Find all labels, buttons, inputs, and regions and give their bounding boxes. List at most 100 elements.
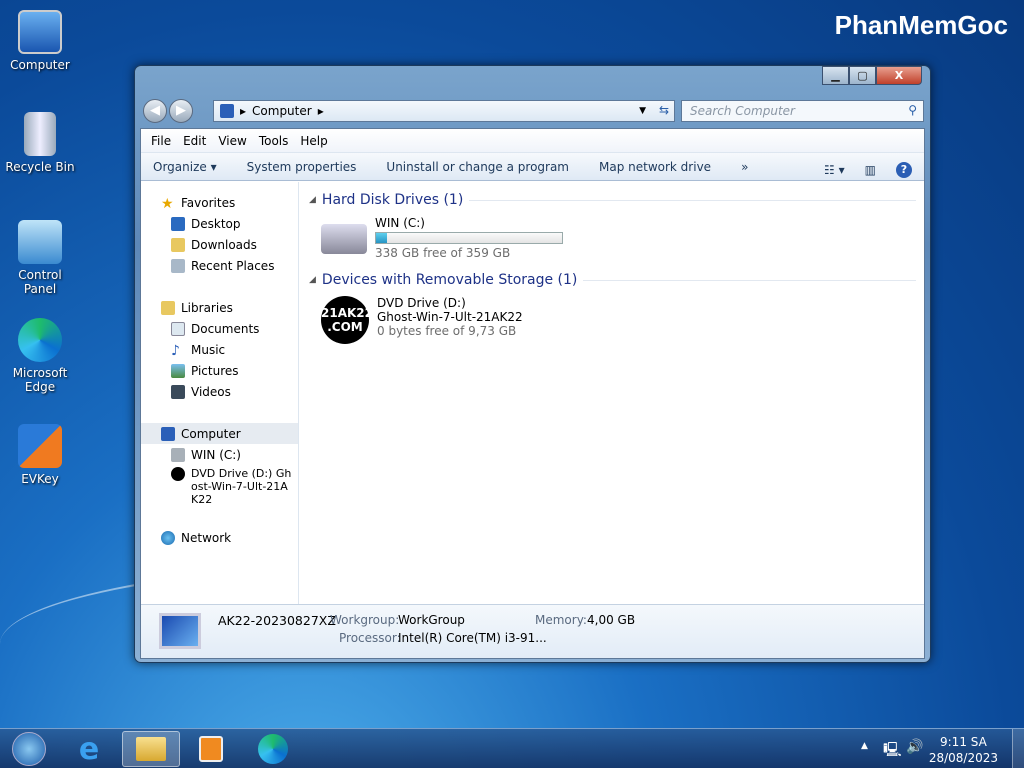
breadcrumb-computer[interactable]: Computer xyxy=(252,104,312,118)
icon-label: Control Panel xyxy=(18,268,62,296)
computer-icon xyxy=(18,10,62,54)
nav-label: Pictures xyxy=(191,363,239,378)
chevron-down-icon[interactable]: ▼ xyxy=(639,106,646,116)
icon-label: Computer xyxy=(10,58,70,72)
drive-win-c[interactable]: WIN (C:) 338 GB free of 359 GB xyxy=(321,216,916,260)
taskbar-windows-explorer[interactable] xyxy=(122,731,180,767)
libraries-icon xyxy=(161,300,175,315)
hard-drive-icon xyxy=(321,224,367,254)
close-button[interactable]: X xyxy=(876,66,922,85)
desktop-icon-edge[interactable]: Microsoft Edge xyxy=(2,318,78,394)
nav-network[interactable]: Network xyxy=(141,527,298,548)
control-panel-icon xyxy=(18,220,62,264)
nav-recent-places[interactable]: Recent Places xyxy=(141,255,298,276)
drive-name: WIN (C:) xyxy=(375,216,425,230)
workgroup-label: Workgroup: xyxy=(330,613,400,627)
minimize-button[interactable]: ▁ xyxy=(822,66,849,85)
taskbar: e ▲ 🖳 🔊 9:11 SA 28/08/2023 xyxy=(0,728,1024,768)
map-network-drive-button[interactable]: Map network drive xyxy=(599,160,711,174)
search-placeholder: Search Computer xyxy=(690,104,795,118)
menu-help[interactable]: Help xyxy=(294,134,333,148)
downloads-icon xyxy=(171,237,185,252)
nav-documents[interactable]: Documents xyxy=(141,318,298,339)
clock[interactable]: 9:11 SA 28/08/2023 xyxy=(929,734,998,766)
change-view-button[interactable]: ☷ ▾ xyxy=(824,163,845,177)
desktop-icon-control-panel[interactable]: Control Panel xyxy=(2,220,78,296)
forward-button[interactable]: ▶ xyxy=(169,99,193,123)
drive-dvd-d[interactable]: 21AK22 .COM DVD Drive (D:) Ghost-Win-7-Ul… xyxy=(321,296,916,344)
nav-label: DVD Drive (D:) Ghost-Win-7-Ult-21AK22 xyxy=(191,467,292,506)
nav-downloads[interactable]: Downloads xyxy=(141,234,298,255)
drive-usage-bar xyxy=(375,232,563,244)
system-properties-button[interactable]: System properties xyxy=(247,160,357,174)
back-button[interactable]: ◀ xyxy=(143,99,167,123)
menu-view[interactable]: View xyxy=(212,134,252,148)
taskbar-media-player[interactable] xyxy=(182,731,240,767)
show-hidden-icons-button[interactable]: ▲ xyxy=(861,741,868,751)
refresh-button[interactable]: ⇆ xyxy=(653,100,675,122)
time: 9:11 SA xyxy=(940,735,987,749)
videos-icon xyxy=(171,384,185,399)
icon-label: Recycle Bin xyxy=(5,160,75,174)
watermark: PhanMemGoc xyxy=(834,10,1008,40)
computer-name: AK22-20230827XZ xyxy=(218,613,336,628)
menu-file[interactable]: File xyxy=(145,134,177,148)
show-desktop-button[interactable] xyxy=(1012,729,1024,768)
menu-tools[interactable]: Tools xyxy=(253,134,295,148)
preview-pane-button[interactable]: ▥ xyxy=(865,163,876,177)
desktop-icon-recycle-bin[interactable]: Recycle Bin xyxy=(2,112,78,174)
desktop-icon-computer[interactable]: Computer xyxy=(2,10,78,72)
nav-pictures[interactable]: Pictures xyxy=(141,360,298,381)
nav-label: Downloads xyxy=(191,237,257,252)
taskbar-edge[interactable] xyxy=(244,731,302,767)
desktop-icon xyxy=(171,216,185,231)
nav-music[interactable]: ♪ Music xyxy=(141,339,298,360)
network-icon xyxy=(161,530,175,545)
address-bar[interactable]: ▸ Computer ▸ ▼ xyxy=(213,100,675,122)
nav-desktop[interactable]: Desktop xyxy=(141,213,298,234)
nav-label: Recent Places xyxy=(191,258,275,273)
help-icon[interactable]: ? xyxy=(896,162,912,178)
menu-bar: File Edit View Tools Help xyxy=(141,129,924,153)
recycle-bin-icon xyxy=(24,112,56,156)
nav-libraries[interactable]: Libraries xyxy=(141,297,298,318)
icon-label: Microsoft Edge xyxy=(12,366,68,394)
network-tray-icon[interactable]: 🖳 xyxy=(883,739,902,763)
taskbar-internet-explorer[interactable]: e xyxy=(60,731,118,767)
drive-free-space: 0 bytes free of 9,73 GB xyxy=(377,324,517,338)
menu-edit[interactable]: Edit xyxy=(177,134,212,148)
nav-label: Computer xyxy=(181,426,241,441)
command-bar: Organize ▾ System properties Uninstall o… xyxy=(141,153,924,181)
workgroup-value: WorkGroup xyxy=(398,613,465,627)
memory-value: 4,00 GB xyxy=(587,613,636,627)
start-button[interactable] xyxy=(0,731,58,767)
icon-label: EVKey xyxy=(21,472,59,486)
nav-videos[interactable]: Videos xyxy=(141,381,298,402)
group-header-removable[interactable]: ◢ Devices with Removable Storage (1) xyxy=(309,272,916,288)
group-title: Devices with Removable Storage (1) xyxy=(321,272,578,288)
nav-label: Network xyxy=(181,530,232,545)
nav-dvd-drive[interactable]: DVD Drive (D:) Ghost-Win-7-Ult-21AK22 xyxy=(141,465,298,506)
nav-label: Documents xyxy=(191,321,260,336)
content-pane: ◢ Hard Disk Drives (1) WIN (C:) 338 GB fr… xyxy=(301,182,924,605)
dvd-logo-icon: 21AK22 .COM xyxy=(321,296,373,344)
dvd-icon xyxy=(171,467,185,481)
uninstall-program-button[interactable]: Uninstall or change a program xyxy=(386,160,569,174)
music-icon: ♪ xyxy=(171,342,180,359)
nav-computer[interactable]: Computer xyxy=(141,423,298,444)
nav-label: Videos xyxy=(191,384,231,399)
group-header-hard-disk[interactable]: ◢ Hard Disk Drives (1) xyxy=(309,192,916,208)
maximize-button[interactable]: ▢ xyxy=(849,66,876,85)
explorer-window: ▁ ▢ X ◀ ▶ ▸ Computer ▸ ▼ ⇆ Search Computer ⚲ F… xyxy=(134,65,931,663)
details-pane: AK22-20230827XZ Workgroup: WorkGroup Mem… xyxy=(141,604,924,658)
windows-logo-icon xyxy=(12,732,46,766)
nav-favorites[interactable]: ★ Favorites xyxy=(141,192,298,213)
organize-button[interactable]: Organize ▾ xyxy=(153,160,217,174)
nav-win-c[interactable]: WIN (C:) xyxy=(141,444,298,465)
more-commands-button[interactable]: » xyxy=(741,160,748,174)
edge-icon xyxy=(258,734,288,764)
internet-explorer-icon: e xyxy=(78,731,100,767)
desktop-icon-evkey[interactable]: EVKey xyxy=(2,424,78,486)
volume-icon[interactable]: 🔊 xyxy=(906,739,923,755)
search-input[interactable]: Search Computer ⚲ xyxy=(681,100,924,122)
